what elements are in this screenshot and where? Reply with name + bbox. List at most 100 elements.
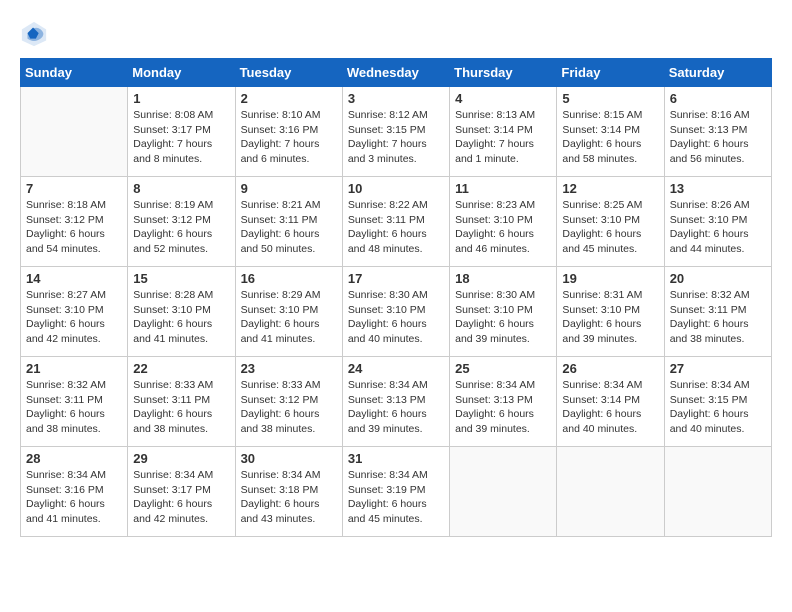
day-info: Sunrise: 8:08 AMSunset: 3:17 PMDaylight:… [133,108,229,167]
day-header-tuesday: Tuesday [235,59,342,87]
calendar-week-4: 21 Sunrise: 8:32 AMSunset: 3:11 PMDayligh… [21,357,772,447]
day-info: Sunrise: 8:15 AMSunset: 3:14 PMDaylight:… [562,108,658,167]
calendar-cell: 22 Sunrise: 8:33 AMSunset: 3:11 PMDayligh… [128,357,235,447]
calendar-cell: 7 Sunrise: 8:18 AMSunset: 3:12 PMDaylight… [21,177,128,267]
day-header-thursday: Thursday [450,59,557,87]
day-info: Sunrise: 8:32 AMSunset: 3:11 PMDaylight:… [670,288,766,347]
day-number: 25 [455,361,551,376]
day-info: Sunrise: 8:31 AMSunset: 3:10 PMDaylight:… [562,288,658,347]
calendar-cell: 9Sunrise: 8:21 AMSunset: 3:11 PMDaylight… [235,177,342,267]
calendar-cell: 24 Sunrise: 8:34 AMSunset: 3:13 PMDayligh… [342,357,449,447]
day-number: 26 [562,361,658,376]
day-number: 11 [455,181,551,196]
day-number: 30 [241,451,337,466]
calendar-cell: 31Sunrise: 8:34 AMSunset: 3:19 PMDayligh… [342,447,449,537]
calendar-cell [450,447,557,537]
day-number: 7 [26,181,122,196]
day-header-sunday: Sunday [21,59,128,87]
day-number: 3 [348,91,444,106]
day-number: 12 [562,181,658,196]
day-info: Sunrise: 8:25 AMSunset: 3:10 PMDaylight:… [562,198,658,257]
day-number: 5 [562,91,658,106]
day-number: 28 [26,451,122,466]
day-number: 17 [348,271,444,286]
calendar-cell: 21 Sunrise: 8:32 AMSunset: 3:11 PMDayligh… [21,357,128,447]
day-info: Sunrise: 8:30 AMSunset: 3:10 PMDaylight:… [348,288,444,347]
calendar-week-5: 28 Sunrise: 8:34 AMSunset: 3:16 PMDayligh… [21,447,772,537]
day-info: Sunrise: 8:27 AMSunset: 3:10 PMDaylight:… [26,288,122,347]
calendar-cell [557,447,664,537]
day-info: Sunrise: 8:10 AMSunset: 3:16 PMDaylight:… [241,108,337,167]
calendar-cell: 23Sunrise: 8:33 AMSunset: 3:12 PMDayligh… [235,357,342,447]
day-info: Sunrise: 8:34 AMSunset: 3:19 PMDaylight:… [348,468,444,527]
calendar-week-1: 1 Sunrise: 8:08 AMSunset: 3:17 PMDaylight… [21,87,772,177]
day-info: Sunrise: 8:33 AMSunset: 3:12 PMDaylight:… [241,378,337,437]
day-number: 21 [26,361,122,376]
day-number: 15 [133,271,229,286]
day-info: Sunrise: 8:23 AMSunset: 3:10 PMDaylight:… [455,198,551,257]
day-info: Sunrise: 8:34 AMSunset: 3:13 PMDaylight:… [455,378,551,437]
calendar-cell: 25 Sunrise: 8:34 AMSunset: 3:13 PMDayligh… [450,357,557,447]
day-info: Sunrise: 8:34 AMSunset: 3:17 PMDaylight:… [133,468,229,527]
calendar-week-2: 7 Sunrise: 8:18 AMSunset: 3:12 PMDaylight… [21,177,772,267]
day-number: 24 [348,361,444,376]
day-number: 18 [455,271,551,286]
day-info: Sunrise: 8:13 AMSunset: 3:14 PMDaylight:… [455,108,551,167]
page-header [20,20,772,48]
calendar-cell: 14 Sunrise: 8:27 AMSunset: 3:10 PMDayligh… [21,267,128,357]
calendar-cell: 16 Sunrise: 8:29 AMSunset: 3:10 PMDayligh… [235,267,342,357]
day-info: Sunrise: 8:34 AMSunset: 3:13 PMDaylight:… [348,378,444,437]
calendar-cell [21,87,128,177]
day-number: 19 [562,271,658,286]
day-info: Sunrise: 8:34 AMSunset: 3:15 PMDaylight:… [670,378,766,437]
calendar-cell: 28 Sunrise: 8:34 AMSunset: 3:16 PMDayligh… [21,447,128,537]
calendar-week-3: 14 Sunrise: 8:27 AMSunset: 3:10 PMDayligh… [21,267,772,357]
day-header-saturday: Saturday [664,59,771,87]
calendar-cell: 13 Sunrise: 8:26 AMSunset: 3:10 PMDayligh… [664,177,771,267]
day-number: 20 [670,271,766,286]
day-number: 13 [670,181,766,196]
day-info: Sunrise: 8:28 AMSunset: 3:10 PMDaylight:… [133,288,229,347]
calendar-cell: 27 Sunrise: 8:34 AMSunset: 3:15 PMDayligh… [664,357,771,447]
calendar-cell: 15 Sunrise: 8:28 AMSunset: 3:10 PMDayligh… [128,267,235,357]
day-info: Sunrise: 8:34 AMSunset: 3:14 PMDaylight:… [562,378,658,437]
day-header-wednesday: Wednesday [342,59,449,87]
calendar-cell: 10 Sunrise: 8:22 AMSunset: 3:11 PMDayligh… [342,177,449,267]
calendar-cell [664,447,771,537]
days-header-row: SundayMondayTuesdayWednesdayThursdayFrid… [21,59,772,87]
calendar-cell: 5 Sunrise: 8:15 AMSunset: 3:14 PMDaylight… [557,87,664,177]
day-info: Sunrise: 8:34 AMSunset: 3:18 PMDaylight:… [241,468,337,527]
day-info: Sunrise: 8:32 AMSunset: 3:11 PMDaylight:… [26,378,122,437]
day-info: Sunrise: 8:33 AMSunset: 3:11 PMDaylight:… [133,378,229,437]
day-header-monday: Monday [128,59,235,87]
day-info: Sunrise: 8:18 AMSunset: 3:12 PMDaylight:… [26,198,122,257]
day-number: 27 [670,361,766,376]
day-info: Sunrise: 8:34 AMSunset: 3:16 PMDaylight:… [26,468,122,527]
day-number: 14 [26,271,122,286]
day-info: Sunrise: 8:30 AMSunset: 3:10 PMDaylight:… [455,288,551,347]
day-info: Sunrise: 8:22 AMSunset: 3:11 PMDaylight:… [348,198,444,257]
calendar-cell: 18 Sunrise: 8:30 AMSunset: 3:10 PMDayligh… [450,267,557,357]
day-info: Sunrise: 8:19 AMSunset: 3:12 PMDaylight:… [133,198,229,257]
calendar-cell: 17 Sunrise: 8:30 AMSunset: 3:10 PMDayligh… [342,267,449,357]
day-number: 10 [348,181,444,196]
day-info: Sunrise: 8:21 AMSunset: 3:11 PMDaylight:… [241,198,337,257]
day-info: Sunrise: 8:29 AMSunset: 3:10 PMDaylight:… [241,288,337,347]
day-number: 29 [133,451,229,466]
calendar-cell: 8 Sunrise: 8:19 AMSunset: 3:12 PMDaylight… [128,177,235,267]
calendar-table: SundayMondayTuesdayWednesdayThursdayFrid… [20,58,772,537]
day-number: 1 [133,91,229,106]
calendar-cell: 19 Sunrise: 8:31 AMSunset: 3:10 PMDayligh… [557,267,664,357]
day-number: 8 [133,181,229,196]
calendar-cell: 1 Sunrise: 8:08 AMSunset: 3:17 PMDaylight… [128,87,235,177]
day-info: Sunrise: 8:26 AMSunset: 3:10 PMDaylight:… [670,198,766,257]
calendar-cell: 11 Sunrise: 8:23 AMSunset: 3:10 PMDayligh… [450,177,557,267]
day-info: Sunrise: 8:16 AMSunset: 3:13 PMDaylight:… [670,108,766,167]
calendar-cell: 30 Sunrise: 8:34 AMSunset: 3:18 PMDayligh… [235,447,342,537]
day-number: 22 [133,361,229,376]
day-number: 6 [670,91,766,106]
calendar-cell: 26 Sunrise: 8:34 AMSunset: 3:14 PMDayligh… [557,357,664,447]
day-header-friday: Friday [557,59,664,87]
day-number: 16 [241,271,337,286]
day-number: 2 [241,91,337,106]
